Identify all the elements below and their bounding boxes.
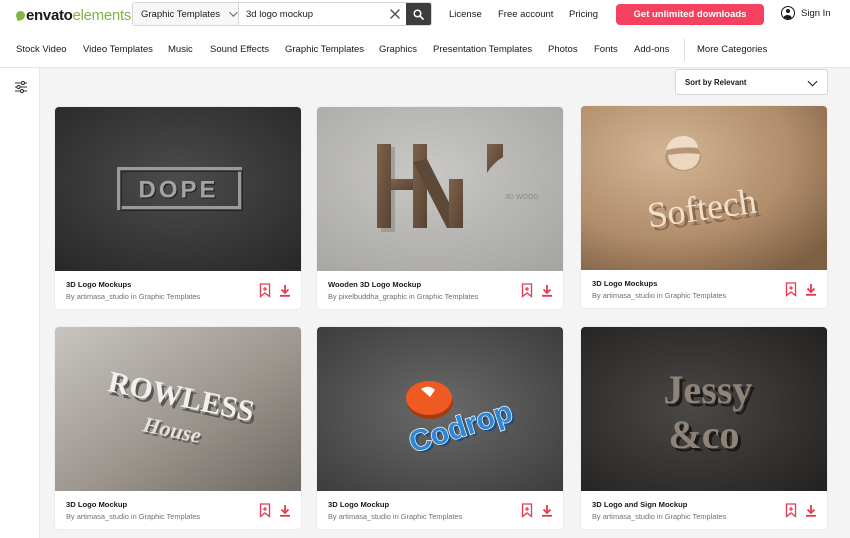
filter-rail: [0, 68, 40, 538]
softech-logo-preview-image: Softech Softech: [581, 106, 827, 270]
result-thumbnail[interactable]: DOPE DOPE: [55, 107, 301, 271]
author-link[interactable]: artimasa_studio: [77, 512, 129, 521]
leaf-icon: [14, 9, 27, 21]
search-input[interactable]: [239, 3, 384, 25]
bookmark-icon[interactable]: [521, 503, 533, 518]
author-link[interactable]: artimasa_studio: [603, 512, 655, 521]
download-icon[interactable]: [541, 504, 553, 517]
clear-search-button[interactable]: [384, 3, 406, 25]
result-thumbnail[interactable]: Codrop Codrop: [317, 327, 563, 491]
category-link[interactable]: Graphic Templates: [665, 291, 726, 300]
category-nav: Stock Video Video Templates Music Sound …: [0, 31, 850, 68]
dope-logo-preview-image: DOPE DOPE: [55, 107, 301, 271]
result-card: 3D WOOD Wooden 3D Logo Mockup By pixelbu…: [317, 107, 563, 309]
result-title[interactable]: Wooden 3D Logo Mockup: [328, 280, 421, 289]
result-thumbnail[interactable]: Jessy Jessy &co &co: [581, 327, 827, 491]
result-card: DOPE DOPE 3D Logo Mockups By artimasa_st…: [55, 107, 301, 309]
download-icon[interactable]: [805, 504, 817, 517]
result-card: ROWLESS ROWLESS House House 3D Logo Mock…: [55, 327, 301, 529]
nav-presentation-templates[interactable]: Presentation Templates: [433, 44, 532, 55]
bookmark-icon[interactable]: [521, 283, 533, 298]
nav-stock-video[interactable]: Stock Video: [16, 44, 67, 55]
get-unlimited-downloads-button[interactable]: Get unlimited downloads: [616, 4, 764, 25]
nav-sound-effects[interactable]: Sound Effects: [210, 44, 269, 55]
filter-toggle-button[interactable]: [14, 80, 28, 94]
sort-label: Sort by Relevant: [685, 77, 747, 87]
svg-text:DOPE: DOPE: [138, 177, 218, 204]
wooden-logo-preview-image: 3D WOOD: [317, 107, 563, 271]
nav-divider: [684, 39, 685, 61]
nav-more-categories[interactable]: More Categories: [697, 44, 767, 55]
svg-text:Jessy: Jessy: [664, 367, 753, 412]
result-title[interactable]: 3D Logo Mockup: [66, 500, 127, 509]
sign-in-label: Sign In: [801, 7, 831, 19]
nav-video-templates[interactable]: Video Templates: [83, 44, 153, 55]
bookmark-icon[interactable]: [259, 503, 271, 518]
svg-text:3D WOOD: 3D WOOD: [505, 194, 538, 201]
codrop-logo-preview-image: Codrop Codrop: [317, 327, 563, 491]
download-icon[interactable]: [541, 284, 553, 297]
jessy-co-logo-preview-image: Jessy Jessy &co &co: [581, 327, 827, 491]
bookmark-icon[interactable]: [785, 503, 797, 518]
author-link[interactable]: pixelbuddha_graphic: [339, 292, 407, 301]
result-card: Jessy Jessy &co &co 3D Logo and Sign Moc…: [581, 327, 827, 529]
result-title[interactable]: 3D Logo Mockup: [328, 500, 389, 509]
result-card: Softech Softech 3D Logo Mockups By artim…: [581, 106, 827, 308]
top-header: envato elements Graphic Templates Licens…: [0, 0, 850, 31]
result-title[interactable]: 3D Logo Mockups: [66, 280, 131, 289]
category-link[interactable]: Graphic Templates: [665, 512, 726, 521]
author-link[interactable]: artimasa_studio: [77, 292, 129, 301]
nav-fonts[interactable]: Fonts: [594, 44, 618, 55]
result-byline: By artimasa_studio in Graphic Templates: [328, 512, 463, 521]
category-link[interactable]: Graphic Templates: [139, 512, 200, 521]
nav-graphics[interactable]: Graphics: [379, 44, 417, 55]
result-byline: By artimasa_studio in Graphic Templates: [66, 292, 201, 301]
free-account-link[interactable]: Free account: [498, 9, 553, 20]
author-link[interactable]: artimasa_studio: [603, 291, 655, 300]
search-icon: [413, 8, 424, 20]
download-icon[interactable]: [279, 504, 291, 517]
pricing-link[interactable]: Pricing: [569, 9, 598, 20]
result-card: Codrop Codrop 3D Logo Mockup By artimasa…: [317, 327, 563, 529]
bookmark-icon[interactable]: [259, 283, 271, 298]
result-thumbnail[interactable]: 3D WOOD: [317, 107, 563, 271]
search-category-select[interactable]: Graphic Templates: [133, 3, 239, 25]
envato-elements-logo[interactable]: envato elements: [14, 6, 132, 24]
chevron-down-icon: [229, 8, 238, 17]
result-byline: By artimasa_studio in Graphic Templates: [592, 291, 727, 300]
download-icon[interactable]: [279, 284, 291, 297]
result-byline: By pixelbuddha_graphic in Graphic Templa…: [328, 292, 479, 301]
logo-text-envato: envato: [26, 6, 73, 24]
close-icon: [390, 9, 400, 19]
category-link[interactable]: Graphic Templates: [417, 292, 478, 301]
author-link[interactable]: artimasa_studio: [339, 512, 391, 521]
logo-text-elements: elements: [72, 6, 132, 24]
rowless-house-logo-preview-image: ROWLESS ROWLESS House House: [55, 327, 301, 491]
sliders-icon: [15, 80, 27, 94]
download-icon[interactable]: [805, 283, 817, 296]
category-link[interactable]: Graphic Templates: [401, 512, 462, 521]
search-bar: Graphic Templates: [132, 2, 432, 26]
result-thumbnail[interactable]: Softech Softech: [581, 106, 827, 270]
result-title[interactable]: 3D Logo and Sign Mockup: [592, 500, 687, 509]
sign-in-button[interactable]: Sign In: [781, 6, 831, 20]
result-title[interactable]: 3D Logo Mockups: [592, 279, 657, 288]
result-byline: By artimasa_studio in Graphic Templates: [592, 512, 727, 521]
svg-text:&co: &co: [668, 412, 739, 457]
nav-add-ons[interactable]: Add-ons: [634, 44, 669, 55]
search-submit-button[interactable]: [406, 3, 431, 25]
nav-music[interactable]: Music: [168, 44, 193, 55]
category-link[interactable]: Graphic Templates: [139, 292, 200, 301]
sort-select[interactable]: Sort by Relevant: [675, 69, 828, 95]
search-category-label: Graphic Templates: [141, 8, 221, 20]
license-link[interactable]: License: [449, 9, 482, 20]
nav-graphic-templates[interactable]: Graphic Templates: [285, 44, 364, 55]
result-thumbnail[interactable]: ROWLESS ROWLESS House House: [55, 327, 301, 491]
bookmark-icon[interactable]: [785, 282, 797, 297]
chevron-down-icon: [807, 76, 818, 87]
result-byline: By artimasa_studio in Graphic Templates: [66, 512, 201, 521]
user-icon: [781, 6, 795, 20]
nav-photos[interactable]: Photos: [548, 44, 578, 55]
